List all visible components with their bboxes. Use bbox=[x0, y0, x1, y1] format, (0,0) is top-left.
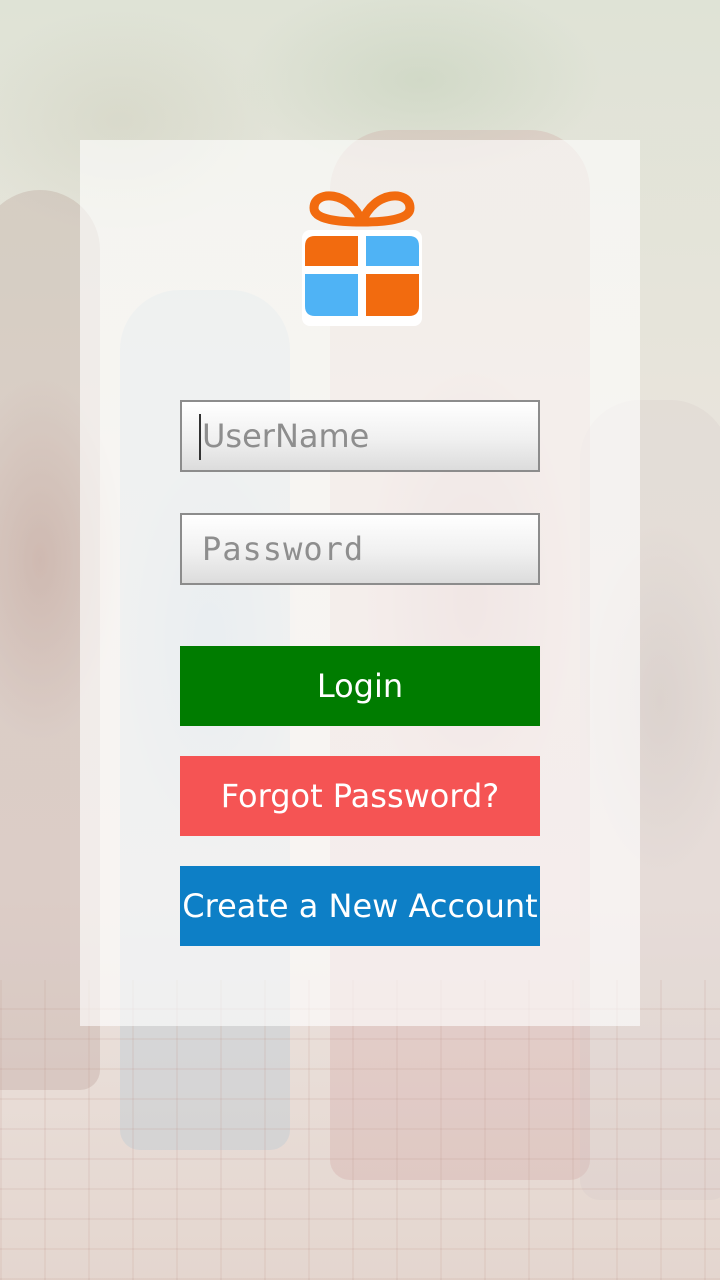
login-screen: Login Forgot Password? Create a New Acco… bbox=[0, 0, 720, 1280]
text-caret bbox=[199, 414, 201, 460]
username-input[interactable] bbox=[180, 400, 540, 472]
forgot-password-button[interactable]: Forgot Password? bbox=[180, 756, 540, 836]
password-input[interactable] bbox=[180, 513, 540, 585]
login-button[interactable]: Login bbox=[180, 646, 540, 726]
gift-icon bbox=[302, 191, 422, 326]
create-account-button[interactable]: Create a New Account bbox=[180, 866, 540, 946]
